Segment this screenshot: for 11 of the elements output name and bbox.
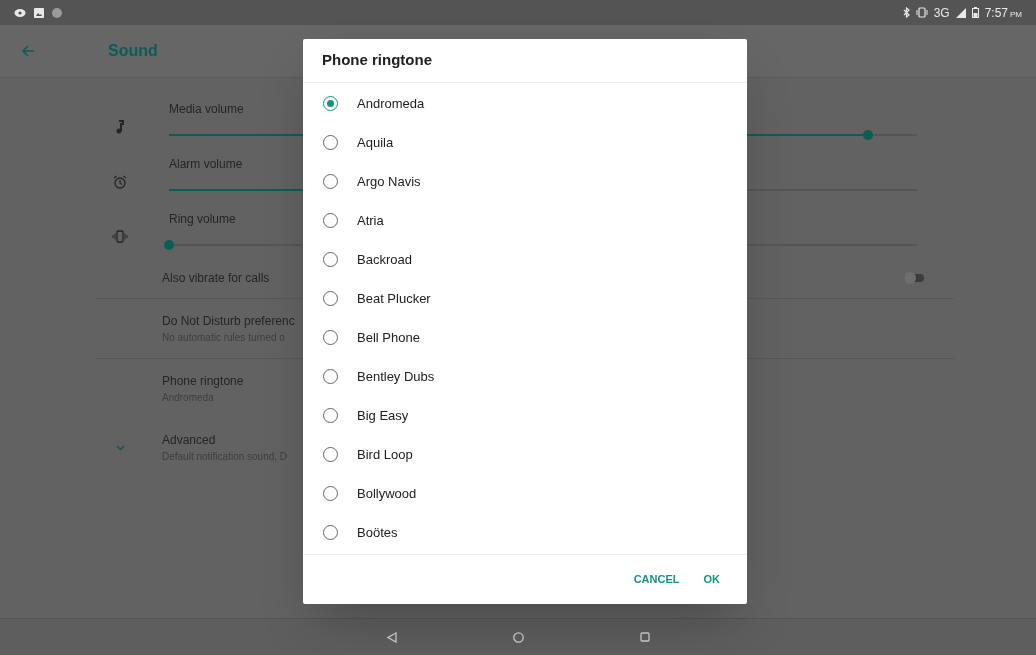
volume-label: Ring volume: [169, 210, 236, 228]
setting-label: Also vibrate for calls: [162, 269, 271, 287]
volume-label: Alarm volume: [169, 155, 243, 173]
page-title: Sound: [108, 41, 158, 61]
clock: 7:57 PM: [984, 4, 1022, 22]
preference-title: Advanced: [162, 432, 217, 449]
dialog-title: Phone ringtone: [322, 50, 432, 71]
volume-label: Media volume: [169, 100, 244, 118]
preference-title: Phone ringtone: [162, 373, 244, 390]
network-type: 3G: [933, 4, 950, 22]
preference-title: Do Not Disturb preferenc: [162, 313, 295, 330]
